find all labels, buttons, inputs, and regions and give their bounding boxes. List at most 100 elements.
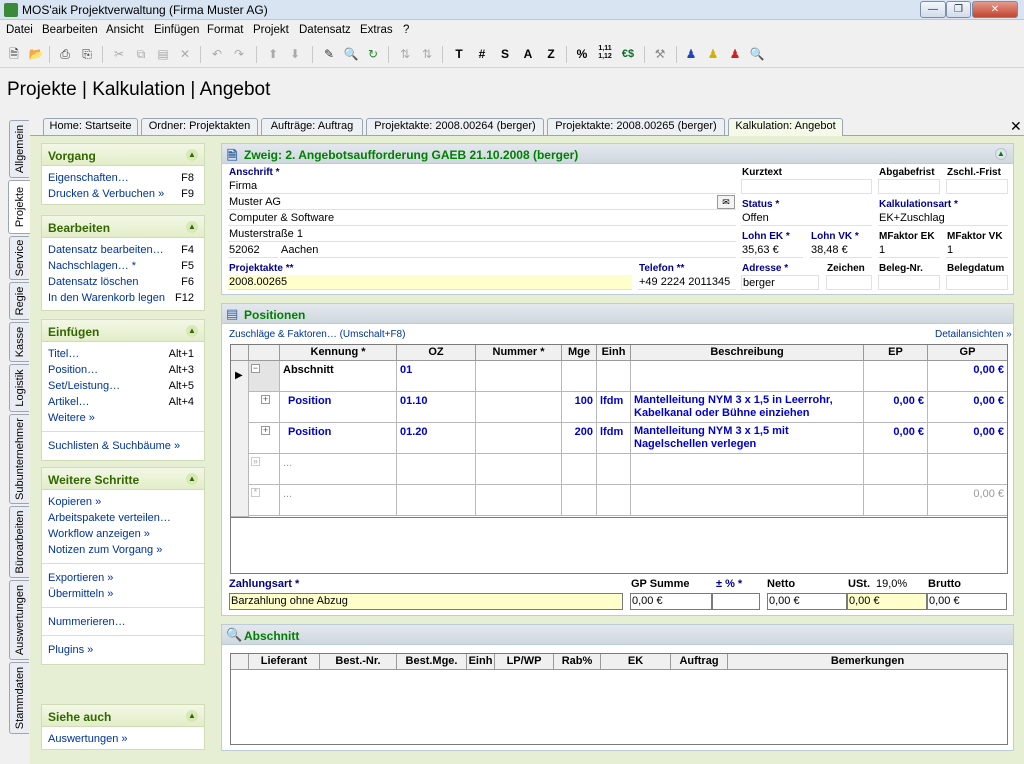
sort-za-icon[interactable]: ⇅ xyxy=(418,45,436,63)
row-nummer[interactable] xyxy=(476,423,562,454)
col-lp-wp[interactable]: LP/WP xyxy=(495,654,554,670)
col-ep[interactable]: EP xyxy=(864,345,928,361)
row-beschreibung[interactable] xyxy=(631,485,864,516)
col-oz[interactable]: OZ xyxy=(397,345,476,361)
adresse-field[interactable]: berger xyxy=(741,275,819,290)
sidebar-item-artikel[interactable]: Artikel… xyxy=(48,396,90,408)
col-ek[interactable]: EK xyxy=(601,654,671,670)
row-einh[interactable] xyxy=(597,454,631,485)
row-oz[interactable]: 01.20 xyxy=(397,423,476,454)
anschrift-line-4[interactable]: Musterstraße 1 xyxy=(228,227,736,242)
format-z-button[interactable]: Z xyxy=(542,45,560,63)
vtab-kasse[interactable]: Kasse xyxy=(9,322,29,362)
collapse-icon[interactable]: ▲ xyxy=(995,148,1007,160)
collapse-node-icon[interactable]: − xyxy=(251,364,260,373)
col-rab[interactable]: Rab% xyxy=(554,654,601,670)
sidebar-item-kopieren[interactable]: Kopieren » xyxy=(48,496,101,508)
vtab-auswertungen[interactable]: Auswertungen xyxy=(9,580,29,660)
col-best-nr[interactable]: Best.-Nr. xyxy=(320,654,397,670)
menu-extras[interactable]: Extras xyxy=(360,24,393,36)
redo-icon[interactable]: ↷ xyxy=(230,45,248,63)
copy-icon[interactable]: ⧉ xyxy=(132,45,150,63)
sidebar-item-nummerieren[interactable]: Nummerieren… xyxy=(48,616,126,628)
sidebar-item-auswertungen[interactable]: Auswertungen » xyxy=(48,733,128,745)
row-beschreibung[interactable] xyxy=(631,361,864,392)
row-gp[interactable]: 0,00 € xyxy=(928,361,1007,392)
collapse-icon[interactable]: ▲ xyxy=(186,710,198,722)
col-mge[interactable]: Mge xyxy=(562,345,597,361)
col-kennung[interactable]: Kennung * xyxy=(280,345,397,361)
status-field[interactable]: Offen xyxy=(741,211,872,226)
new-row-icon[interactable]: » xyxy=(251,457,260,466)
menu-projekt[interactable]: Projekt xyxy=(253,24,289,36)
row-einh[interactable]: lfdm xyxy=(597,423,631,454)
col-auftrag[interactable]: Auftrag xyxy=(671,654,728,670)
zahlungsart-field[interactable]: Barzahlung ohne Abzug xyxy=(229,593,623,610)
gp-summe-field[interactable]: 0,00 € xyxy=(630,593,712,610)
collapse-icon[interactable]: ▲ xyxy=(186,325,198,337)
cut-icon[interactable]: ✂ xyxy=(110,45,128,63)
move-down-icon[interactable]: ⬇ xyxy=(286,45,304,63)
print-icon[interactable]: ⎙ xyxy=(56,45,74,63)
address-book-icon[interactable]: ✉ xyxy=(717,195,735,209)
edit-pencil-icon[interactable]: ✎ xyxy=(320,45,338,63)
row-gp[interactable]: 0,00 € xyxy=(928,423,1007,454)
close-window-button[interactable]: ✕ xyxy=(972,1,1018,18)
row-beschreibung[interactable] xyxy=(631,454,864,485)
mfaktor-vk-field[interactable]: 1 xyxy=(946,243,1008,258)
col-bemerkungen[interactable]: Bemerkungen xyxy=(728,654,1007,670)
menu-ansicht[interactable]: Ansicht xyxy=(106,24,144,36)
collapse-icon[interactable]: ▲ xyxy=(186,149,198,161)
zuschlaege-link[interactable]: Zuschläge & Faktoren… (Umschalt+F8) xyxy=(229,329,405,340)
anschrift-line-1[interactable]: Firma xyxy=(228,179,736,194)
sidebar-item-suchlisten[interactable]: Suchlisten & Suchbäume » xyxy=(48,440,180,452)
expand-node-icon[interactable]: + xyxy=(261,426,270,435)
mfaktor-ek-field[interactable]: 1 xyxy=(878,243,940,258)
row-oz[interactable]: 01 xyxy=(397,361,476,392)
netto-field[interactable]: 0,00 € xyxy=(767,593,847,610)
menu-bearbeiten[interactable]: Bearbeiten xyxy=(42,24,98,36)
tab-projektakte-264[interactable]: Projektakte: 2008.00264 (berger) xyxy=(366,118,544,135)
tab-auftraege[interactable]: Aufträge: Auftrag xyxy=(261,118,363,135)
vtab-stammdaten[interactable]: Stammdaten xyxy=(9,662,29,734)
paste-icon[interactable]: ▤ xyxy=(154,45,172,63)
undo-icon[interactable]: ↶ xyxy=(208,45,226,63)
row-mge[interactable] xyxy=(562,361,597,392)
sidebar-item-warenkorb[interactable]: In den Warenkorb legen xyxy=(48,292,165,304)
print-preview-icon[interactable]: ⎘ xyxy=(78,45,96,63)
row-gp[interactable]: 0,00 € xyxy=(928,392,1007,423)
row-oz[interactable] xyxy=(397,454,476,485)
close-tab-icon[interactable]: ✕ xyxy=(1010,118,1022,135)
maximize-button[interactable]: ❐ xyxy=(946,1,971,18)
sidebar-item-notizen[interactable]: Notizen zum Vorgang » xyxy=(48,544,162,556)
search-icon[interactable]: 🔍 xyxy=(342,45,360,63)
row-mge[interactable]: 200 xyxy=(562,423,597,454)
tab-projektakte-265[interactable]: Projektakte: 2008.00265 (berger) xyxy=(547,118,725,135)
row-ep[interactable] xyxy=(864,454,928,485)
row-kennung[interactable]: Position xyxy=(280,423,397,454)
decimal-button[interactable]: 1,11 1,12 xyxy=(596,45,614,63)
row-ep[interactable]: 0,00 € xyxy=(864,392,928,423)
sidebar-item-uebermitteln[interactable]: Übermitteln » xyxy=(48,588,113,600)
user-blue-icon[interactable]: ♟ xyxy=(682,45,700,63)
sidebar-item-workflow[interactable]: Workflow anzeigen » xyxy=(48,528,150,540)
expand-node-icon[interactable]: + xyxy=(261,395,270,404)
sidebar-item-plugins[interactable]: Plugins » xyxy=(48,644,93,656)
row-gp[interactable] xyxy=(928,454,1007,485)
vtab-service[interactable]: Service xyxy=(9,236,29,280)
col-beschreibung[interactable]: Beschreibung xyxy=(631,345,864,361)
format-s-button[interactable]: S xyxy=(496,45,514,63)
tab-kalkulation-angebot[interactable]: Kalkulation: Angebot xyxy=(728,118,843,136)
open-icon[interactable]: 📂 xyxy=(27,45,45,63)
sidebar-item-position[interactable]: Position… xyxy=(48,364,98,376)
lohn-ek-field[interactable]: 35,63 € xyxy=(741,243,803,258)
document-search-icon[interactable]: 🔍 xyxy=(748,45,766,63)
lohn-vk-field[interactable]: 38,48 € xyxy=(810,243,872,258)
move-up-icon[interactable]: ⬆ xyxy=(264,45,282,63)
col-lieferant[interactable]: Lieferant xyxy=(249,654,320,670)
projektakte-field[interactable]: 2008.00265 xyxy=(228,275,632,290)
tab-home[interactable]: Home: Startseite xyxy=(43,118,138,135)
menu-help[interactable]: ? xyxy=(403,24,409,36)
sidebar-item-weitere[interactable]: Weitere » xyxy=(48,412,95,424)
row-nummer[interactable] xyxy=(476,392,562,423)
